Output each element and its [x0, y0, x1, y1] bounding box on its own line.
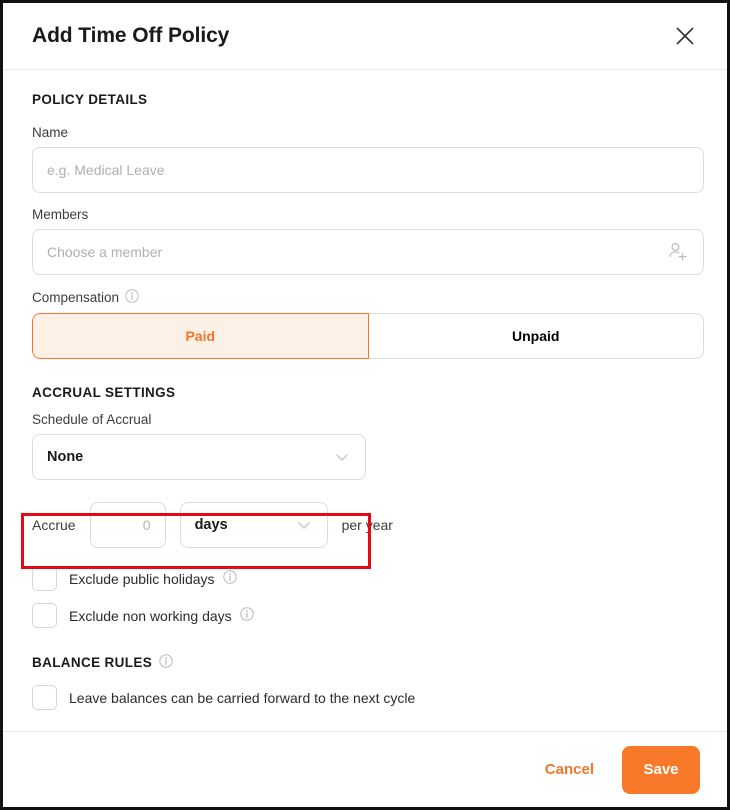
compensation-option-unpaid[interactable]: Unpaid	[368, 313, 704, 359]
section-heading-balance-rules: BALANCE RULES	[32, 654, 698, 671]
info-icon-glyph	[239, 607, 254, 621]
compensation-field-group: Compensation Paid Unpaid	[32, 289, 704, 359]
compensation-label-text: Compensation	[32, 290, 120, 305]
save-button[interactable]: Save	[622, 745, 700, 794]
dialog-footer: Cancel Save	[3, 731, 727, 807]
add-member-icon[interactable]	[667, 241, 689, 263]
accrue-unit-select[interactable]: days	[179, 502, 328, 548]
section-heading-accrual-settings: ACCRUAL SETTINGS	[32, 385, 698, 400]
close-icon[interactable]	[669, 20, 701, 52]
accrue-amount-input[interactable]	[89, 502, 166, 548]
carry-forward-checkbox[interactable]	[32, 685, 57, 710]
info-icon-glyph	[125, 289, 139, 303]
exclude-non-working-days-label-text: Exclude non working days	[69, 607, 232, 624]
accrue-suffix-label: per year	[341, 517, 393, 533]
members-field-group: Members	[32, 207, 704, 275]
accrual-settings-heading-text: ACCRUAL SETTINGS	[32, 385, 176, 400]
dialog-header: Add Time Off Policy	[3, 3, 727, 70]
schedule-of-accrual-select[interactable]: None	[32, 434, 366, 480]
name-label: Name	[32, 125, 69, 140]
schedule-of-accrual-value: None	[47, 449, 84, 465]
chevron-down-icon-glyph	[297, 522, 310, 529]
add-time-off-policy-dialog: Add Time Off Policy POLICY DETAILS Name …	[0, 0, 730, 810]
members-input-wrap	[32, 229, 704, 275]
schedule-field-group: Schedule of Accrual None	[32, 412, 698, 480]
name-field-group: Name	[32, 125, 704, 193]
carry-forward-label-text: Leave balances can be carried forward to…	[69, 689, 416, 706]
compensation-option-paid-label: Paid	[185, 328, 216, 344]
exclude-public-holidays-label-text: Exclude public holidays	[69, 570, 215, 587]
chevron-down-icon-glyph	[336, 454, 348, 461]
compensation-option-paid[interactable]: Paid	[32, 313, 369, 359]
exclude-non-working-days-row: Exclude non working days	[32, 603, 698, 628]
chevron-down-icon	[294, 515, 314, 535]
info-icon[interactable]	[239, 607, 254, 624]
chevron-down-icon	[332, 447, 352, 467]
carry-forward-row: Leave balances can be carried forward to…	[32, 685, 698, 710]
schedule-label: Schedule of Accrual	[32, 412, 152, 427]
members-label: Members	[32, 207, 89, 222]
policy-details-heading-text: POLICY DETAILS	[32, 92, 148, 107]
compensation-segmented-control: Paid Unpaid	[32, 313, 704, 359]
name-input[interactable]	[32, 147, 704, 193]
cancel-button[interactable]: Cancel	[539, 753, 600, 786]
info-icon-glyph	[222, 570, 237, 584]
exclude-non-working-days-label: Exclude non working days	[69, 607, 254, 624]
carry-forward-label: Leave balances can be carried forward to…	[69, 690, 415, 706]
exclude-public-holidays-label: Exclude public holidays	[69, 570, 237, 587]
add-member-icon-glyph	[669, 242, 687, 261]
exclude-non-working-days-checkbox[interactable]	[32, 603, 57, 628]
balance-rules-heading-text: BALANCE RULES	[32, 655, 153, 670]
accrue-prefix-label: Accrue	[32, 517, 76, 533]
info-icon[interactable]	[159, 654, 173, 671]
exclude-public-holidays-checkbox[interactable]	[32, 566, 57, 591]
info-icon[interactable]	[125, 289, 139, 306]
members-input[interactable]	[32, 229, 704, 275]
compensation-option-unpaid-label: Unpaid	[512, 328, 560, 344]
section-heading-policy-details: POLICY DETAILS	[32, 92, 698, 107]
page-title: Add Time Off Policy	[32, 24, 230, 47]
exclude-public-holidays-row: Exclude public holidays	[32, 566, 698, 591]
compensation-label: Compensation	[32, 289, 698, 306]
dialog-body: POLICY DETAILS Name Members	[3, 70, 727, 731]
accrue-row: Accrue days per year	[32, 502, 698, 548]
info-icon-glyph	[159, 654, 173, 668]
close-icon-glyph	[676, 27, 694, 45]
accrue-unit-value: days	[194, 517, 228, 533]
info-icon[interactable]	[222, 570, 237, 587]
